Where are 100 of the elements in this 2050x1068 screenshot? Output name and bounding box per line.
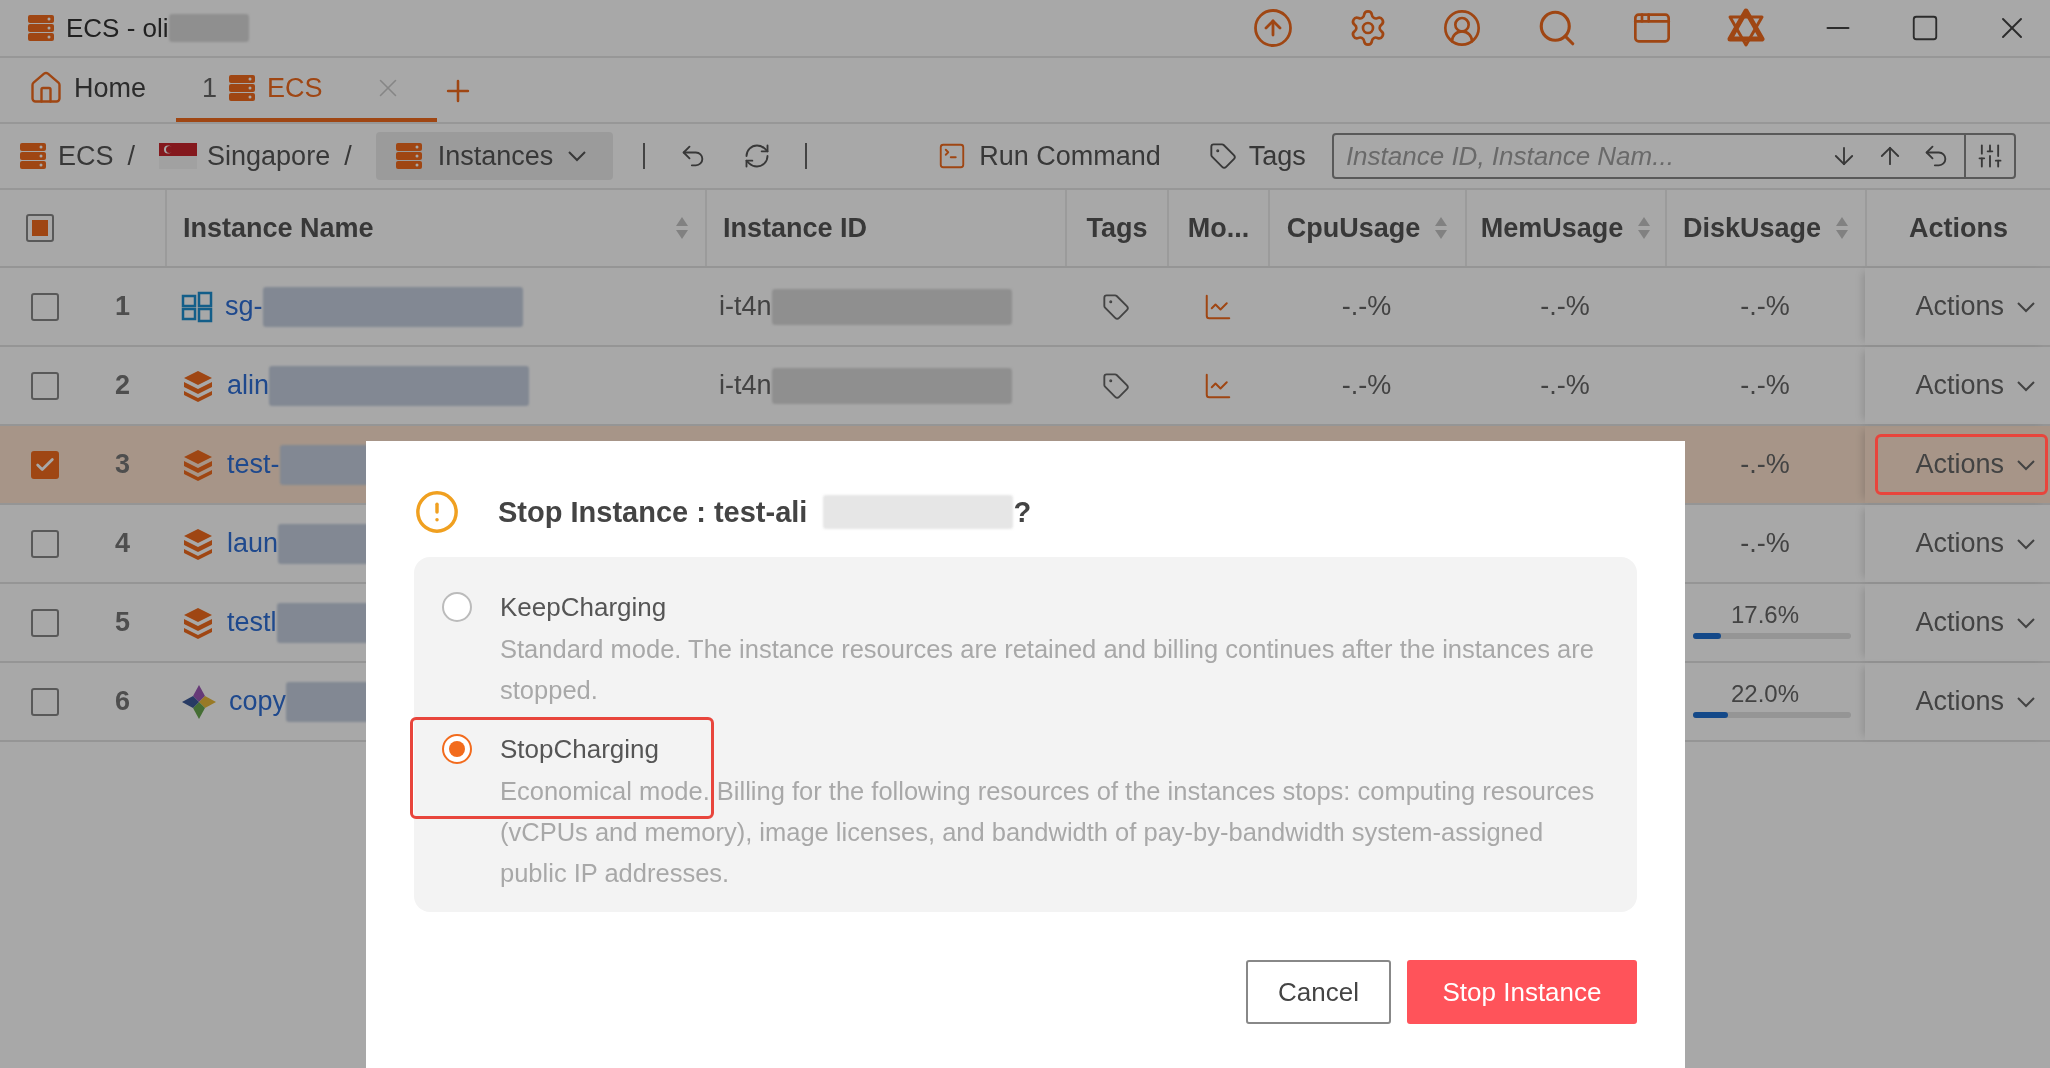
tag-icon[interactable] xyxy=(1102,371,1130,400)
tag-icon xyxy=(1208,142,1237,170)
row-checkbox[interactable] xyxy=(31,450,59,479)
column-header-cell[interactable]: DiskUsage xyxy=(1665,190,1865,266)
disk-usage: 17.6% xyxy=(1730,600,1800,629)
breadcrumb-item[interactable]: Singapore xyxy=(207,140,331,172)
actions-dropdown[interactable]: Actions xyxy=(1909,369,2042,402)
instance-id: i-t4n xyxy=(719,291,772,322)
column-header-cell[interactable]: Instance Name xyxy=(165,190,705,266)
instance-name-link[interactable]: testl xyxy=(227,607,277,638)
chevron-down-icon xyxy=(2016,695,2036,708)
tab-count: 1 xyxy=(202,72,218,104)
view-dropdown[interactable]: Instances xyxy=(375,132,614,180)
breadcrumb-separator: / xyxy=(344,140,352,172)
disk-usage: -.-% xyxy=(1740,291,1790,322)
actions-dropdown[interactable]: Actions xyxy=(1909,290,2042,323)
server-icon xyxy=(227,73,258,103)
instance-name-link[interactable]: laun xyxy=(227,528,279,559)
column-header: Tags xyxy=(1086,212,1148,244)
chevron-down-icon xyxy=(2016,616,2036,629)
flag-icon xyxy=(159,143,198,169)
actions-dropdown[interactable]: Actions xyxy=(1909,606,2042,639)
row-number: 4 xyxy=(115,528,130,559)
actions-dropdown[interactable]: Actions xyxy=(1909,527,2042,560)
option-description: Economical mode. Billing for the following resources of the instances stops: computing resources (vCPUs and memory), image licenses, and bandwidth of pay-by-bandwidth system-assigned public IP addresses. xyxy=(500,776,1596,889)
cpu-usage: -.-% xyxy=(1341,291,1392,322)
maximize-icon[interactable] xyxy=(1910,13,1940,43)
warning-icon xyxy=(414,489,460,535)
instance-name-link[interactable]: alin xyxy=(227,370,270,401)
window-title: ECS - oli xyxy=(66,12,169,44)
stacked-boxes-icon xyxy=(181,526,215,561)
instance-name-link[interactable]: test- xyxy=(227,449,280,480)
radio-button[interactable] xyxy=(442,734,472,764)
chevron-down-icon xyxy=(2016,537,2036,550)
home-icon xyxy=(28,70,64,106)
dialog-title: Stop Instance : test-ali xyxy=(498,495,808,529)
cancel-button[interactable]: Cancel xyxy=(1246,960,1391,1024)
search-field[interactable]: Instance ID, Instance Nam... xyxy=(1333,139,1830,173)
sort-icon[interactable] xyxy=(1835,216,1850,240)
tag-icon[interactable] xyxy=(1102,292,1130,321)
chevron-down-icon xyxy=(2016,379,2036,392)
chevron-down-icon xyxy=(567,150,588,162)
actions-dropdown[interactable]: Actions xyxy=(1909,685,2042,718)
disk-usage: -.-% xyxy=(1740,370,1790,401)
chevron-down-icon xyxy=(2016,458,2036,471)
sort-icon[interactable] xyxy=(1434,216,1449,240)
stacked-boxes-icon xyxy=(181,447,215,482)
column-header: MemUsage xyxy=(1480,212,1624,244)
actions-dropdown[interactable]: Actions xyxy=(1909,448,2042,481)
disk-usage: 22.0% xyxy=(1730,679,1800,708)
column-header: CpuUsage xyxy=(1286,212,1421,244)
memory-usage: -.-% xyxy=(1540,291,1590,322)
triangle-logo-icon[interactable] xyxy=(1726,8,1766,48)
breadcrumb-item[interactable]: ECS xyxy=(58,140,114,172)
radio-button[interactable] xyxy=(442,592,472,622)
search-box[interactable]: Instance ID, Instance Nam... xyxy=(1331,133,2016,179)
window-panes-icon xyxy=(181,290,213,323)
sort-icon[interactable] xyxy=(1637,216,1652,240)
instance-name-link[interactable]: sg- xyxy=(225,291,263,322)
column-header-cell[interactable]: MemUsage xyxy=(1465,190,1665,266)
run-command-button[interactable]: Run Command xyxy=(927,140,1171,172)
dialog-title-end: ? xyxy=(1013,495,1032,529)
select-all-checkbox[interactable] xyxy=(26,214,54,242)
tab[interactable]: Home xyxy=(28,58,177,122)
user-icon[interactable] xyxy=(1442,8,1482,48)
stop-instance-button[interactable]: Stop Instance xyxy=(1407,960,1637,1024)
disk-usage: -.-% xyxy=(1740,449,1790,480)
tags-button[interactable]: Tags xyxy=(1198,140,1316,172)
cpu-usage: -.-% xyxy=(1341,370,1392,401)
server-icon xyxy=(26,13,56,43)
option-label: StopCharging xyxy=(500,733,660,766)
pinwheel-icon xyxy=(181,683,217,720)
column-header: DiskUsage xyxy=(1682,212,1822,244)
stacked-boxes-icon xyxy=(181,368,215,403)
disk-usage: -.-% xyxy=(1740,528,1790,559)
option-description: Standard mode. The instance resources are retained and billing continues after the instances are stopped. xyxy=(500,634,1595,706)
column-header-cell[interactable]: CpuUsage xyxy=(1268,190,1465,266)
breadcrumb-separator: / xyxy=(127,140,136,172)
row-number: 2 xyxy=(115,370,130,401)
upload-icon[interactable] xyxy=(1252,7,1294,49)
row-checkbox[interactable] xyxy=(31,608,59,637)
row-number: 6 xyxy=(115,686,130,717)
row-number: 5 xyxy=(115,607,130,638)
tab[interactable]: 1 ECS xyxy=(176,58,437,122)
instance-id: i-t4n xyxy=(719,370,772,401)
row-number: 1 xyxy=(115,291,130,322)
chevron-down-icon xyxy=(2016,300,2036,313)
column-header: Instance Name xyxy=(183,212,374,244)
row-number: 3 xyxy=(115,449,130,480)
column-header: Mo... xyxy=(1187,212,1250,244)
sort-icon[interactable] xyxy=(675,216,689,240)
server-icon xyxy=(393,141,424,171)
stacked-boxes-icon xyxy=(181,605,215,640)
row-checkbox[interactable] xyxy=(31,371,59,400)
instance-name-link[interactable]: copy xyxy=(229,686,287,717)
memory-usage: -.-% xyxy=(1540,370,1590,401)
server-icon xyxy=(18,141,48,171)
row-checkbox[interactable] xyxy=(31,292,59,321)
row-checkbox[interactable] xyxy=(31,529,59,558)
row-checkbox[interactable] xyxy=(31,687,59,716)
